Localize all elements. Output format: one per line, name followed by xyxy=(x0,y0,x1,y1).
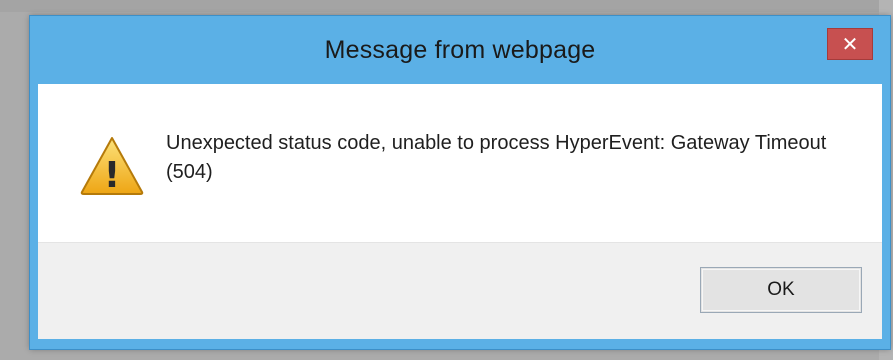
dialog-title: Message from webpage xyxy=(324,36,596,64)
background-page xyxy=(0,0,893,12)
warning-icon: ! xyxy=(80,137,144,196)
ok-button[interactable]: OK xyxy=(700,267,862,313)
dialog-title-bar[interactable]: Message from webpage ✕ xyxy=(30,16,890,84)
dialog-button-bar: OK xyxy=(38,242,882,339)
close-button[interactable]: ✕ xyxy=(827,28,873,60)
dialog-message: Unexpected status code, unable to proces… xyxy=(166,132,827,183)
warning-exclamation: ! xyxy=(104,155,120,196)
message-dialog: Message from webpage ✕ ! Unexpected stat… xyxy=(30,16,890,349)
message-area: ! Unexpected status code, unable to proc… xyxy=(38,84,882,242)
close-icon: ✕ xyxy=(841,32,859,56)
dialog-body: ! Unexpected status code, unable to proc… xyxy=(38,84,882,339)
